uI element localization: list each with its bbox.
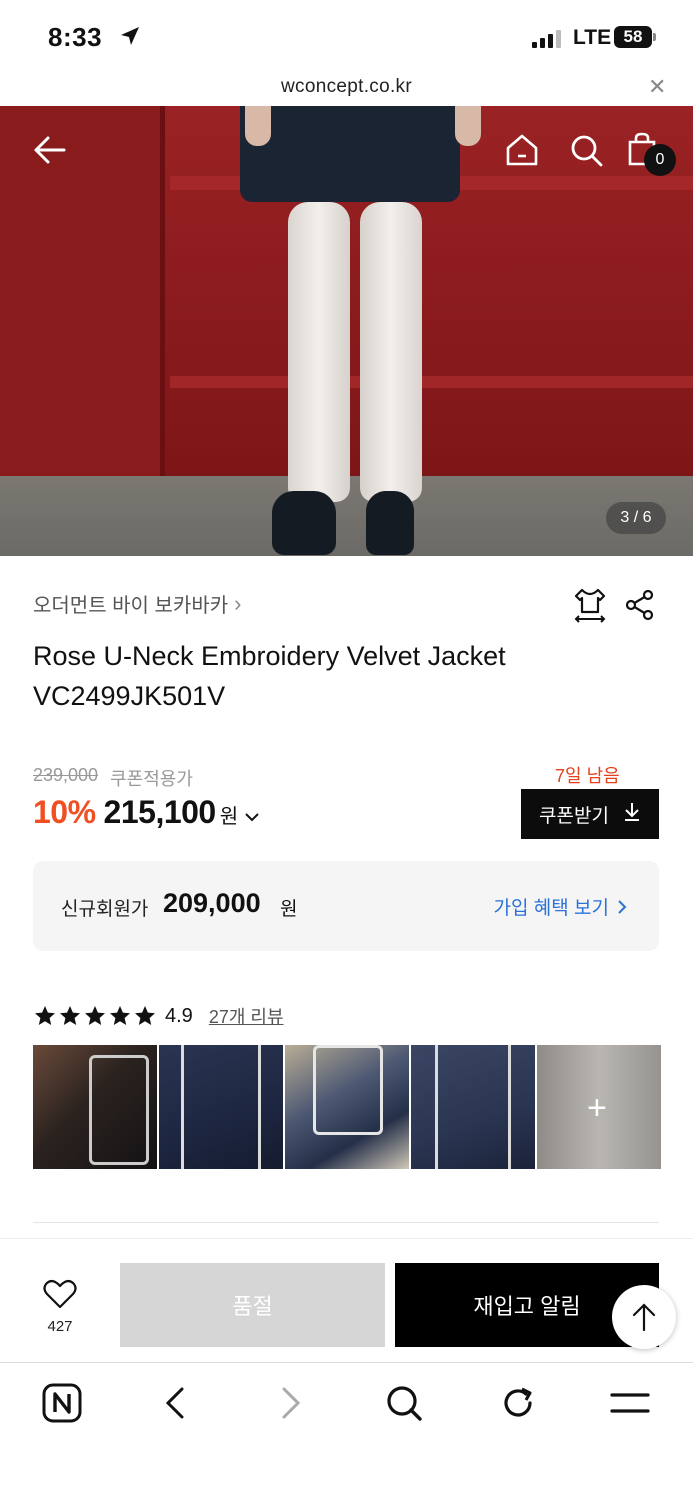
photo-jacket-trim bbox=[181, 1045, 261, 1169]
photo-jacket-trim bbox=[89, 1055, 149, 1165]
review-count-link[interactable]: 27개 리뷰 bbox=[209, 1003, 284, 1029]
photo-shoe bbox=[366, 491, 414, 555]
rating-stars bbox=[33, 1004, 157, 1028]
review-photo-more[interactable]: + bbox=[537, 1045, 661, 1169]
star-icon bbox=[135, 1006, 155, 1025]
size-fit-icon[interactable] bbox=[572, 586, 608, 629]
review-photo-list: + bbox=[33, 1045, 661, 1169]
member-price: 209,000 bbox=[163, 888, 261, 918]
battery-tip bbox=[653, 33, 656, 41]
brand-link[interactable]: 오더먼트 바이 보카바카 › bbox=[33, 589, 241, 618]
naver-home-icon[interactable] bbox=[42, 1383, 82, 1428]
sale-price: 215,100 bbox=[103, 794, 217, 830]
status-time: 8:33 bbox=[48, 22, 103, 52]
original-price: 239,000 bbox=[33, 765, 99, 785]
plus-icon[interactable]: + bbox=[587, 1091, 607, 1125]
url-domain[interactable]: wconcept.co.kr bbox=[0, 76, 693, 98]
photo-leg bbox=[288, 202, 350, 502]
member-price-label: 신규회원가 bbox=[61, 899, 149, 920]
review-photo[interactable] bbox=[33, 1045, 157, 1169]
join-benefits-label[interactable]: 가입 혜택 보기 bbox=[494, 893, 609, 920]
review-photo[interactable] bbox=[159, 1045, 283, 1169]
star-icon bbox=[60, 1006, 80, 1025]
star-icon bbox=[110, 1006, 130, 1025]
share-icon[interactable] bbox=[624, 589, 656, 626]
wishlist-button[interactable]: 427 bbox=[40, 1279, 80, 1335]
browser-toolbar bbox=[0, 1362, 693, 1500]
scroll-to-top-button[interactable] bbox=[612, 1285, 676, 1349]
discount-rate: 10% bbox=[33, 794, 96, 830]
location-arrow-icon bbox=[118, 24, 142, 53]
member-price-currency: 원 bbox=[280, 899, 298, 920]
back-arrow-icon[interactable] bbox=[32, 132, 68, 173]
cart-count-badge[interactable]: 0 bbox=[644, 144, 676, 176]
browser-forward-icon bbox=[276, 1383, 306, 1428]
product-title: Rose U-Neck Embroidery Velvet Jacket VC2… bbox=[33, 641, 506, 711]
photo-skirt bbox=[240, 106, 460, 202]
brand-name[interactable]: 오더먼트 바이 보카바카 bbox=[33, 589, 228, 618]
heart-icon[interactable] bbox=[43, 1279, 77, 1309]
download-icon bbox=[623, 801, 641, 827]
browser-refresh-icon[interactable] bbox=[498, 1383, 538, 1428]
photo-leg bbox=[360, 202, 422, 502]
days-left-label: 7일 남음 bbox=[555, 766, 620, 786]
browser-search-icon[interactable] bbox=[384, 1383, 424, 1428]
photo-jacket-trim bbox=[435, 1045, 511, 1169]
section-divider bbox=[33, 1222, 659, 1223]
coupon-price-label: 쿠폰적용가 bbox=[110, 769, 193, 789]
star-icon bbox=[85, 1006, 105, 1025]
photo-door-panel bbox=[0, 106, 165, 476]
wishlist-count: 427 bbox=[47, 1318, 73, 1335]
new-member-price-box: 신규회원가 209,000 원 가입 혜택 보기 bbox=[33, 861, 659, 951]
url-bar[interactable]: wconcept.co.kr ✕ bbox=[0, 72, 693, 106]
original-price-row: 239,000 쿠폰적용가 bbox=[33, 765, 193, 791]
photo-hand bbox=[455, 106, 481, 146]
photo-ledge bbox=[170, 376, 693, 388]
status-bar: 8:33 LTE 58 bbox=[0, 0, 693, 72]
battery-icon: 58 bbox=[614, 26, 652, 48]
join-benefits-link[interactable]: 가입 혜택 보기 bbox=[494, 893, 627, 920]
rating-row: 4.9 27개 리뷰 bbox=[33, 1003, 284, 1029]
cellular-signal-icon bbox=[532, 30, 561, 48]
network-type: LTE bbox=[573, 26, 612, 49]
arrow-up-icon bbox=[632, 1303, 656, 1332]
review-photo[interactable] bbox=[285, 1045, 409, 1169]
close-icon[interactable]: ✕ bbox=[648, 74, 666, 100]
currency-unit: 원 bbox=[219, 806, 239, 828]
coupon-button-label: 쿠폰받기 bbox=[539, 805, 609, 827]
price-row[interactable]: 10% 215,100 원 bbox=[33, 794, 260, 831]
photo-shoe bbox=[272, 491, 336, 555]
photo-jacket-trim bbox=[313, 1045, 383, 1135]
soldout-button: 품절 bbox=[120, 1263, 385, 1347]
purchase-action-bar: 427 품절 재입고 알림 bbox=[0, 1238, 693, 1362]
home-icon[interactable] bbox=[504, 132, 540, 173]
browser-back-icon[interactable] bbox=[160, 1383, 190, 1428]
chevron-right-icon bbox=[618, 899, 627, 914]
chevron-down-icon[interactable] bbox=[244, 810, 260, 828]
image-pager: 3 / 6 bbox=[606, 502, 666, 534]
browser-menu-icon[interactable] bbox=[610, 1383, 650, 1428]
coupon-download-button[interactable]: 쿠폰받기 bbox=[521, 789, 659, 839]
star-icon bbox=[35, 1006, 55, 1025]
chevron-right-icon: › bbox=[234, 590, 242, 616]
photo-hand bbox=[245, 106, 271, 146]
search-icon[interactable] bbox=[568, 132, 604, 173]
rating-score: 4.9 bbox=[165, 1004, 193, 1027]
review-photo[interactable] bbox=[411, 1045, 535, 1169]
product-image-gallery[interactable]: 0 3 / 6 bbox=[0, 106, 693, 556]
